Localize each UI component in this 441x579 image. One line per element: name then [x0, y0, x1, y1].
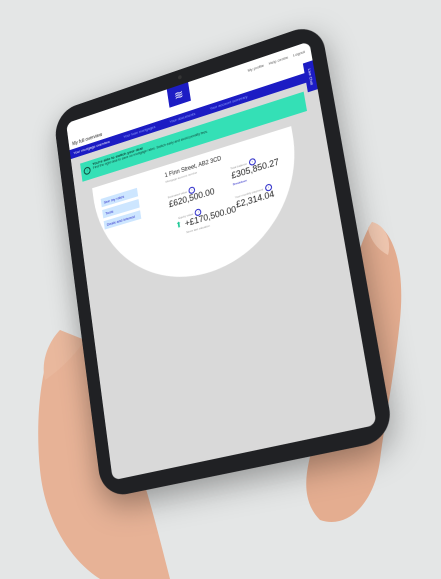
live-chat-button[interactable]: Live Chat: [303, 60, 318, 92]
help-centre-link[interactable]: Help centre: [268, 55, 288, 66]
tablet-screen: ≋ My profile Help centre Logout My full …: [66, 41, 377, 480]
camera-dot: [178, 75, 182, 80]
my-profile-link[interactable]: My profile: [247, 63, 264, 73]
equity-value: +£170,500.00: [184, 204, 237, 229]
logout-link[interactable]: Logout: [293, 49, 306, 58]
info-icon: !: [83, 166, 91, 175]
arrow-up-icon: ⬆: [175, 220, 182, 230]
photo-scene: ≋ My profile Help centre Logout My full …: [0, 0, 441, 579]
property-address: 1 Finn Street, AB2 3CD: [164, 156, 221, 179]
